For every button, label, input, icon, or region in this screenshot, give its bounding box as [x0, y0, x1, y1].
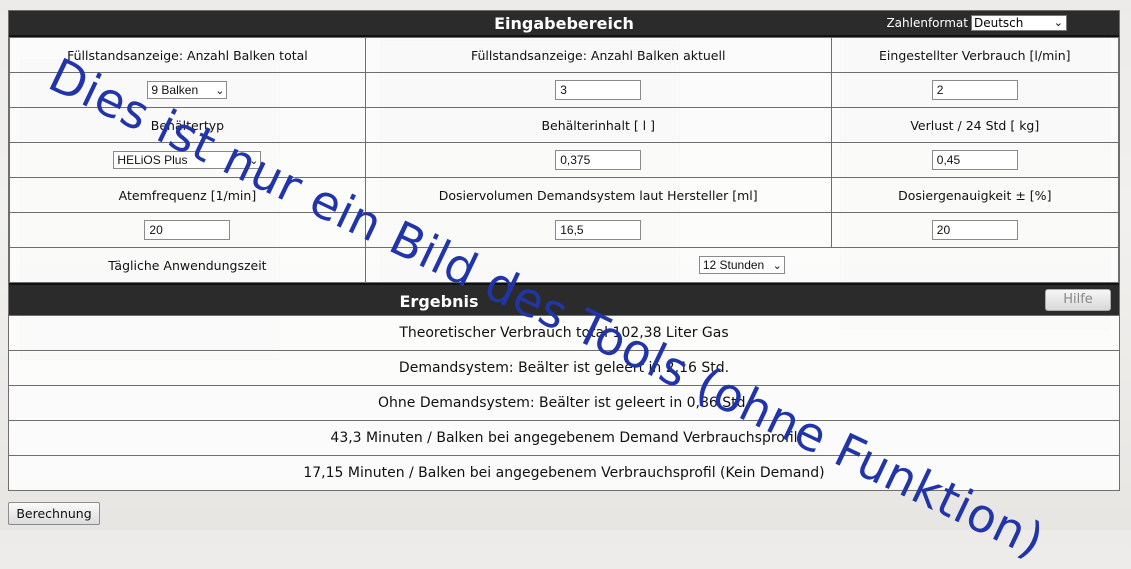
number-format-value: Deutsch [974, 16, 1024, 30]
number-format-control: Zahlenformat Deutsch ⌄ [886, 15, 1067, 31]
dose-accuracy-input[interactable]: 20 [931, 220, 1018, 240]
input-header-bar: Eingabebereich Zahlenformat Deutsch ⌄ [9, 11, 1119, 37]
daily-usage-label: Tägliche Anwendungszeit [9, 247, 366, 283]
result-section-title: Ergebnis [399, 292, 479, 311]
breathing-rate-input[interactable]: 20 [144, 220, 231, 240]
dose-volume-input[interactable]: 16,5 [555, 220, 642, 240]
dose-accuracy-label: Dosiergenauigkeit ± [%] [830, 177, 1120, 213]
chevron-down-icon: ⌄ [772, 259, 782, 272]
daily-usage-select[interactable]: 12 Stunden ⌄ [698, 256, 785, 274]
number-format-select[interactable]: Deutsch ⌄ [971, 15, 1067, 31]
calculator-panel: Eingabebereich Zahlenformat Deutsch ⌄ Fü… [8, 10, 1120, 491]
dose-volume-label: Dosiervolumen Demandsystem laut Herstell… [364, 177, 832, 213]
consumption-label: Eingestellter Verbrauch [l/min] [830, 37, 1120, 73]
loss-label: Verlust / 24 Std [ kg] [830, 107, 1120, 143]
container-type-label: Behältertyp [9, 107, 366, 143]
result-row: Ohne Demandsystem: Beälter ist geleert i… [9, 385, 1119, 420]
container-content-label: Behälterinhalt [ l ] [364, 107, 832, 143]
chevron-down-icon: ⌄ [1053, 16, 1063, 29]
consumption-input[interactable]: 2 [931, 80, 1018, 100]
result-row: 43,3 Minuten / Balken bei angegebenem De… [9, 420, 1119, 455]
bars-total-select[interactable]: 9 Balken ⌄ [147, 81, 228, 99]
bars-current-input[interactable]: 3 [555, 80, 642, 100]
bars-total-label: Füllstandsanzeige: Anzahl Balken total [9, 37, 366, 73]
result-header-bar: Ergebnis Hilfe [9, 283, 1119, 315]
calculate-button[interactable]: Berechnung [8, 502, 100, 525]
chevron-down-icon: ⌄ [215, 84, 225, 97]
container-content-input[interactable]: 0,375 [555, 150, 642, 170]
result-row: 17,15 Minuten / Balken bei angegebenem V… [9, 455, 1119, 490]
breathing-rate-label: Atemfrequenz [1/min] [9, 177, 366, 213]
daily-usage-value: 12 Stunden [702, 258, 765, 272]
container-type-value: HELiOS Plus [117, 153, 188, 167]
container-type-select[interactable]: HELiOS Plus ⌄ [113, 151, 262, 169]
bars-current-label: Füllstandsanzeige: Anzahl Balken aktuell [364, 37, 832, 73]
help-button[interactable]: Hilfe [1045, 289, 1111, 311]
chevron-down-icon: ⌄ [249, 154, 259, 167]
input-grid: Füllstandsanzeige: Anzahl Balken total F… [9, 37, 1120, 283]
result-row: Demandsystem: Beälter ist geleert in 2,1… [9, 350, 1119, 385]
loss-input[interactable]: 0,45 [931, 150, 1018, 170]
result-row: Theoretischer Verbrauch total 102,38 Lit… [9, 315, 1119, 350]
number-format-label: Zahlenformat [886, 16, 968, 30]
bars-total-value: 9 Balken [151, 83, 199, 97]
